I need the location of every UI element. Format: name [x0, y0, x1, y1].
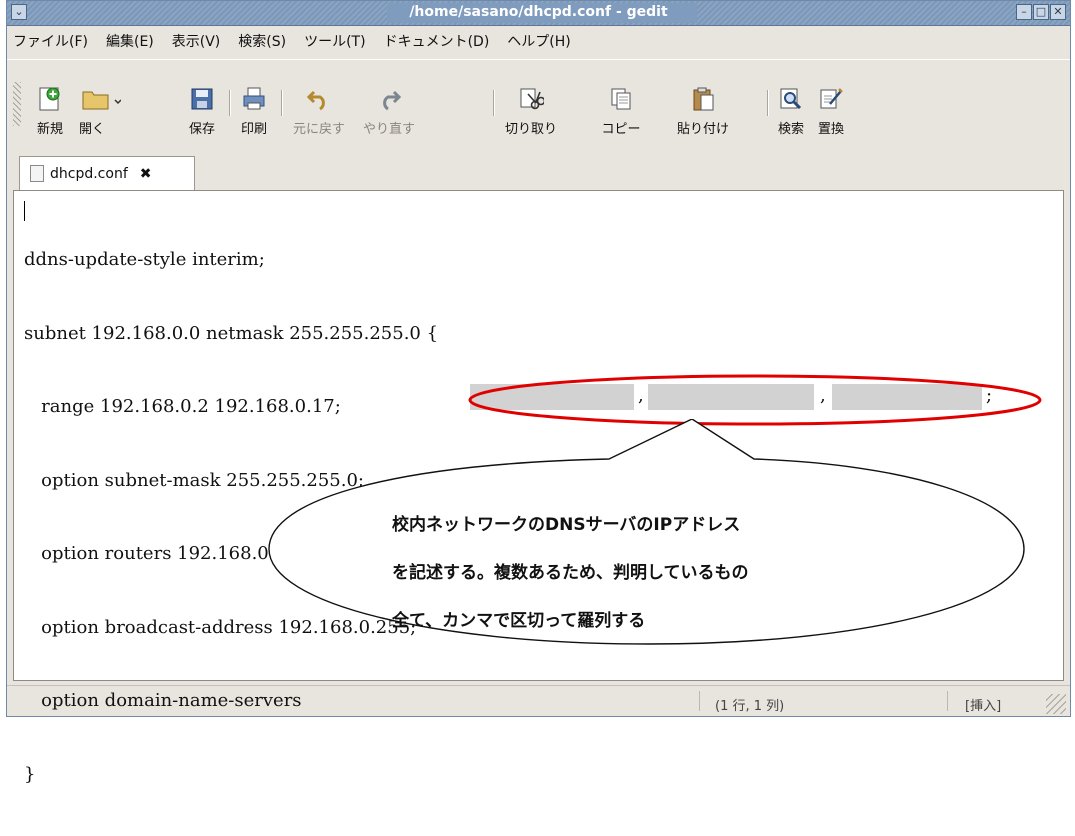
copy-button[interactable]: コピー — [595, 86, 647, 137]
save-button[interactable]: 保存 — [187, 86, 217, 137]
cut-button[interactable]: 切り取り — [501, 86, 561, 137]
toolbar-separator — [281, 90, 283, 116]
code-line: } — [24, 763, 36, 785]
replace-icon — [820, 88, 843, 109]
status-separator — [947, 691, 948, 711]
callout-line: 校内ネットワークのDNSサーバのIPアドレス — [392, 515, 741, 535]
callout-line: を記述する。複数あるため、判明しているもの — [392, 563, 749, 583]
status-bar: (1 行, 1 列) [挿入] — [7, 685, 1070, 718]
menu-view[interactable]: 表示(V) — [172, 31, 221, 51]
cursor-position: (1 行, 1 列) — [715, 699, 785, 714]
scissors-icon — [520, 88, 544, 110]
toolbar-separator — [767, 90, 769, 116]
folder-open-icon — [82, 91, 121, 110]
callout-text: 校内ネットワークのDNSサーバのIPアドレス を記述する。複数あるため、判明して… — [392, 501, 952, 645]
magnifier-icon — [780, 88, 802, 110]
paste-button[interactable]: 貼り付け — [667, 86, 739, 137]
menu-help[interactable]: ヘルプ(H) — [507, 31, 570, 51]
toolbar-grip[interactable] — [13, 82, 21, 126]
menu-search[interactable]: 検索(S) — [238, 31, 286, 51]
code-line: subnet 192.168.0.0 netmask 255.255.255.0… — [24, 322, 439, 344]
undo-button[interactable]: 元に戻す — [289, 86, 349, 137]
undo-icon — [306, 90, 325, 111]
print-button[interactable]: 印刷 — [237, 86, 271, 137]
toolbar: 新規 開く 保存 印刷 元に戻す やり直す 切り取り コピー 貼り付け 検索 置… — [7, 59, 1070, 156]
insert-mode-indicator: [挿入] — [965, 699, 1002, 714]
copy-icon — [611, 88, 631, 110]
close-window-button[interactable]: ✕ — [1050, 4, 1066, 20]
tab-label: dhcpd.conf — [50, 165, 128, 182]
find-button[interactable]: 検索 — [773, 86, 809, 137]
maximize-button[interactable]: □ — [1033, 4, 1049, 20]
gedit-window: ⌄ /home/sasano/dhcpd.conf - gedit – □ ✕ … — [6, 0, 1071, 785]
title-bar[interactable]: ⌄ /home/sasano/dhcpd.conf - gedit – □ ✕ — [7, 1, 1070, 26]
new-document-icon — [39, 87, 60, 111]
redo-icon — [383, 90, 402, 111]
toolbar-separator — [229, 90, 231, 116]
menu-file[interactable]: ファイル(F) — [13, 31, 88, 51]
status-separator — [699, 691, 700, 711]
clipboard-icon — [693, 87, 714, 111]
code-line: range 192.168.0.2 192.168.0.17; — [24, 396, 341, 417]
printer-icon — [243, 87, 265, 110]
menu-edit[interactable]: 編集(E) — [106, 31, 154, 51]
open-button[interactable]: 開く — [75, 86, 127, 137]
document-icon — [30, 165, 44, 182]
replace-button[interactable]: 置換 — [813, 86, 849, 137]
menu-documents[interactable]: ドキュメント(D) — [384, 31, 490, 51]
menu-tools[interactable]: ツール(T) — [304, 31, 365, 51]
text-editor-area[interactable]: ddns-update-style interim; subnet 192.16… — [13, 190, 1064, 785]
minimize-button[interactable]: – — [1016, 4, 1032, 20]
callout-line: 全て、カンマで区切って羅列する — [392, 611, 646, 631]
window-title: /home/sasano/dhcpd.conf - gedit — [409, 4, 668, 20]
floppy-disk-icon — [191, 88, 213, 110]
code-line: ddns-update-style interim; — [24, 249, 265, 270]
menu-bar: ファイル(F) 編集(E) 表示(V) 検索(S) ツール(T) ドキュメント(… — [7, 26, 1070, 56]
toolbar-separator — [493, 90, 495, 116]
redo-button[interactable]: やり直す — [359, 86, 419, 137]
tab-dhcpd-conf[interactable]: dhcpd.conf ✖ — [19, 156, 195, 190]
resize-grip[interactable] — [1046, 694, 1066, 714]
tab-close-icon[interactable]: ✖ — [140, 166, 152, 182]
